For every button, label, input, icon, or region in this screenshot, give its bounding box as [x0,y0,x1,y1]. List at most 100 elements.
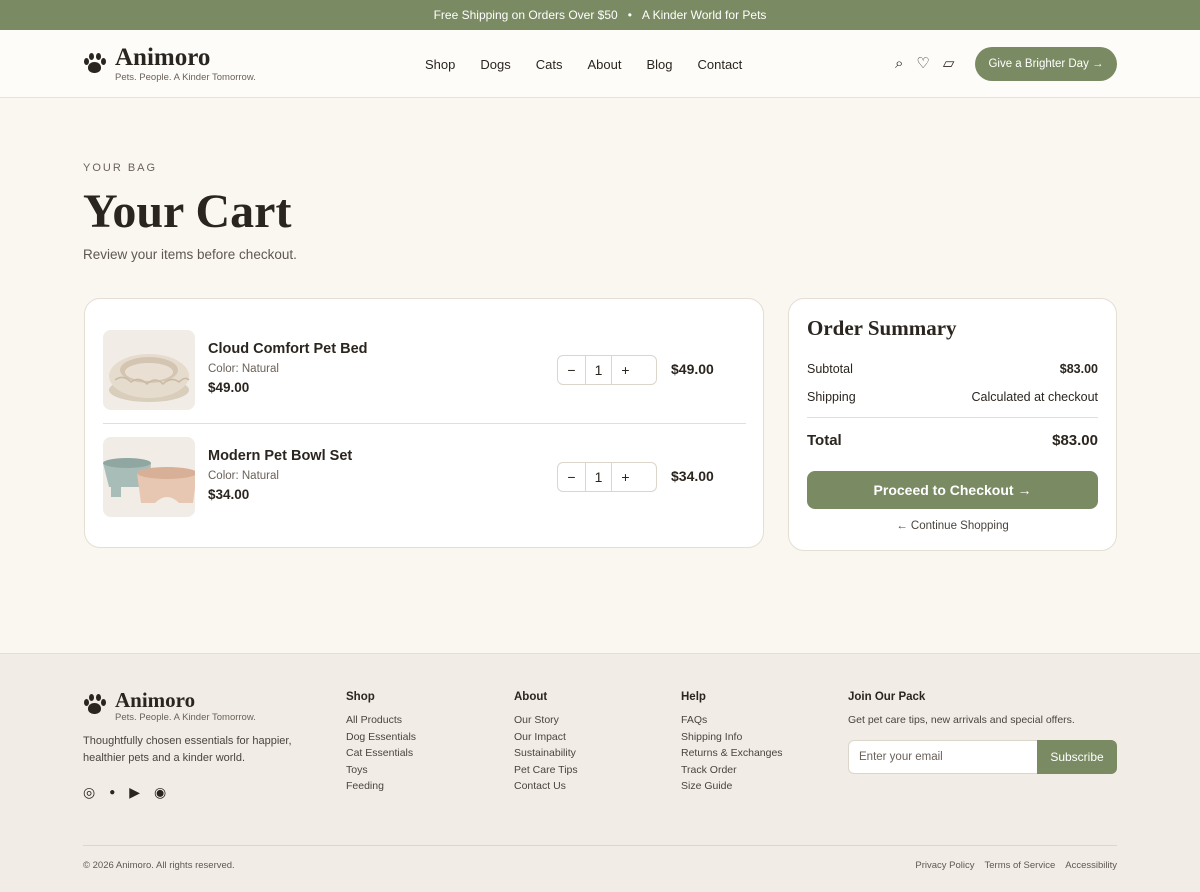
nav-item-about[interactable]: About [587,57,621,72]
announcement-separator: • [627,8,632,22]
subtotal-value: $83.00 [1059,362,1098,376]
facebook-icon[interactable]: ● [109,787,115,798]
pet-bed-image[interactable] [103,330,195,410]
proceed-to-checkout-button[interactable]: Proceed to Checkout → [807,471,1098,509]
footer-brand-tagline: Pets. People. A Kinder Tomorrow. [115,712,256,723]
footer-link-sustainability[interactable]: Sustainability [514,747,578,764]
copyright-text: © 2026 Animoro. All rights reserved. [83,860,235,871]
terms-of-service-link[interactable]: Terms of Service [985,860,1056,871]
pinterest-icon[interactable]: ◉ [154,784,166,801]
nav-item-cats[interactable]: Cats [536,57,563,72]
footer-link-cat-essentials[interactable]: Cat Essentials [346,747,416,764]
footer-link-our-impact[interactable]: Our Impact [514,731,578,748]
footer-link-feeding[interactable]: Feeding [346,780,416,797]
privacy-policy-link[interactable]: Privacy Policy [915,860,974,871]
item-color: Color: Natural [208,470,279,482]
paw-icon [83,692,109,718]
page-subtitle: Review your items before checkout. [83,247,297,262]
footer-newsletter-column: Join Our Pack Get pet care tips, new arr… [848,691,1075,726]
footer-shop-column: Shop All Products Dog Essentials Cat Ess… [346,691,416,797]
item-color: Color: Natural [208,363,279,375]
footer-link-contact-us[interactable]: Contact Us [514,780,578,797]
announcement-bar: Free Shipping on Orders Over $50 • A Kin… [0,0,1200,30]
heart-icon[interactable]: ♡ [916,54,929,72]
item-name[interactable]: Modern Pet Bowl Set [208,448,352,464]
cart-item: Modern Pet Bowl Set Color: Natural $34.0… [103,437,746,517]
item-divider [103,423,746,424]
increase-quantity-button[interactable]: + [612,356,639,384]
footer-link-toys[interactable]: Toys [346,764,416,781]
nav-item-blog[interactable]: Blog [646,57,672,72]
footer-link-returns[interactable]: Returns & Exchanges [681,747,783,764]
site-footer: Animoro Pets. People. A Kinder Tomorrow.… [0,653,1200,892]
footer-description: Thoughtfully chosen essentials for happi… [83,735,292,764]
nav-item-contact[interactable]: Contact [697,57,742,72]
bag-icon[interactable]: ▱ [943,54,955,72]
total-label: Total [807,432,842,449]
footer-link-size-guide[interactable]: Size Guide [681,780,783,797]
footer-about-heading: About [514,691,548,703]
pet-bowl-image[interactable] [103,437,195,517]
brand-name: Animoro [115,44,211,71]
item-unit-price: $34.00 [208,487,250,502]
continue-shopping-link[interactable]: ← Continue Shopping [807,520,1098,532]
footer-link-track-order[interactable]: Track Order [681,764,783,781]
nav-item-shop[interactable]: Shop [425,57,455,72]
cart-items-card: Cloud Comfort Pet Bed Color: Natural $49… [84,298,764,548]
subtotal-label: Subtotal [807,362,853,376]
footer-divider [83,845,1117,846]
quantity-stepper: − 1 + [557,355,657,385]
footer-brand-logo[interactable]: Animoro Pets. People. A Kinder Tomorrow. [83,689,256,723]
footer-link-all-products[interactable]: All Products [346,714,416,731]
footer-join-text: Get pet care tips, new arrivals and spec… [848,714,1075,726]
header-icons: ⌕ ♡ ▱ [895,54,955,73]
give-brighter-day-button[interactable]: Give a Brighter Day → [975,47,1117,81]
newsletter-form: Subscribe [848,740,1117,774]
subtotal-row: Subtotal $83.00 [807,362,1098,376]
accessibility-link[interactable]: Accessibility [1065,860,1117,871]
quantity-value[interactable]: 1 [585,463,612,491]
shipping-value: Calculated at checkout [971,390,1098,404]
summary-divider [807,417,1098,418]
instagram-icon[interactable]: ◎ [83,784,95,801]
email-field[interactable] [848,740,1037,774]
legal-links: Privacy Policy Terms of Service Accessib… [915,860,1117,871]
order-summary-card: Order Summary Subtotal $83.00 Shipping C… [788,298,1117,551]
total-value: $83.00 [1052,432,1098,449]
subscribe-button[interactable]: Subscribe [1037,740,1117,774]
footer-link-pet-care-tips[interactable]: Pet Care Tips [514,764,578,781]
announcement-shipping: Free Shipping on Orders Over $50 [433,8,618,22]
footer-link-faqs[interactable]: FAQs [681,714,783,731]
item-line-total: $34.00 [671,468,714,484]
page-title: Your Cart [83,185,292,238]
footer-link-dog-essentials[interactable]: Dog Essentials [346,731,416,748]
brand-logo[interactable]: Animoro Pets. People. A Kinder Tomorrow. [83,45,256,83]
footer-help-heading: Help [681,691,706,703]
paw-icon [83,51,109,77]
order-summary-title: Order Summary [807,316,957,340]
announcement-tagline: A Kinder World for Pets [641,8,767,22]
social-links: ◎ ● ▶ ◉ [83,784,166,801]
main-nav: Shop Dogs Cats About Blog Contact [425,57,742,72]
footer-link-our-story[interactable]: Our Story [514,714,578,731]
increase-quantity-button[interactable]: + [612,463,639,491]
decrease-quantity-button[interactable]: − [558,463,585,491]
youtube-icon[interactable]: ▶ [129,784,140,801]
footer-about-column: About Our Story Our Impact Sustainabilit… [514,691,578,797]
site-header: Animoro Pets. People. A Kinder Tomorrow.… [0,30,1200,98]
nav-item-dogs[interactable]: Dogs [480,57,510,72]
item-unit-price: $49.00 [208,380,250,395]
item-line-total: $49.00 [671,361,714,377]
page-eyebrow: YOUR BAG [83,162,158,174]
shipping-row: Shipping Calculated at checkout [807,390,1098,404]
quantity-stepper: − 1 + [557,462,657,492]
cart-item: Cloud Comfort Pet Bed Color: Natural $49… [103,330,746,410]
footer-link-shipping-info[interactable]: Shipping Info [681,731,783,748]
decrease-quantity-button[interactable]: − [558,356,585,384]
search-icon[interactable]: ⌕ [895,55,903,72]
footer-brand-name: Animoro [115,688,196,712]
footer-help-column: Help FAQs Shipping Info Returns & Exchan… [681,691,783,797]
footer-shop-heading: Shop [346,691,375,703]
item-name[interactable]: Cloud Comfort Pet Bed [208,341,368,357]
quantity-value[interactable]: 1 [585,356,612,384]
